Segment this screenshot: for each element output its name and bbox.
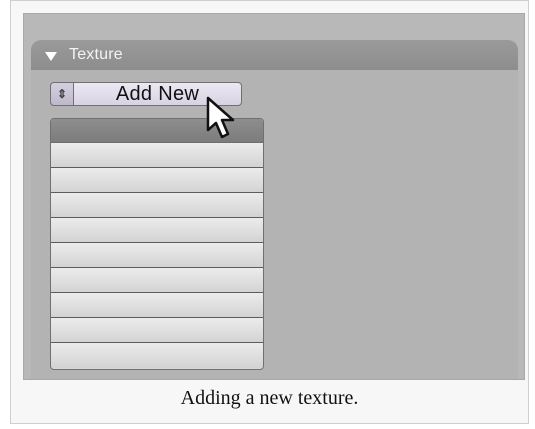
- screenshot-area: Texture ⇕ Add New: [23, 13, 525, 380]
- texture-slot-list[interactable]: [50, 118, 264, 370]
- texture-slot-row[interactable]: [51, 243, 263, 268]
- texture-slot-row[interactable]: [51, 343, 263, 368]
- texture-slot-row[interactable]: [51, 168, 263, 193]
- texture-panel-header[interactable]: Texture: [31, 40, 518, 70]
- texture-slot-row[interactable]: [51, 318, 263, 343]
- collapse-triangle-icon[interactable]: [45, 51, 57, 61]
- texture-slot-list-header: [51, 119, 263, 143]
- panel-title: Texture: [69, 46, 123, 63]
- texture-slot-row[interactable]: [51, 143, 263, 168]
- add-new-button[interactable]: Add New: [74, 82, 242, 106]
- texture-selector-button[interactable]: ⇕: [50, 82, 74, 106]
- texture-slot-row[interactable]: [51, 193, 263, 218]
- texture-slot-row[interactable]: [51, 293, 263, 318]
- figure-frame: Texture ⇕ Add New Adding a new texture.: [10, 0, 529, 424]
- texture-slot-row[interactable]: [51, 218, 263, 243]
- texture-slot-row[interactable]: [51, 268, 263, 293]
- add-new-control[interactable]: ⇕ Add New: [50, 82, 242, 106]
- add-new-label: Add New: [115, 82, 200, 105]
- updown-arrow-icon: ⇕: [56, 87, 68, 101]
- figure-caption: Adding a new texture.: [180, 387, 359, 409]
